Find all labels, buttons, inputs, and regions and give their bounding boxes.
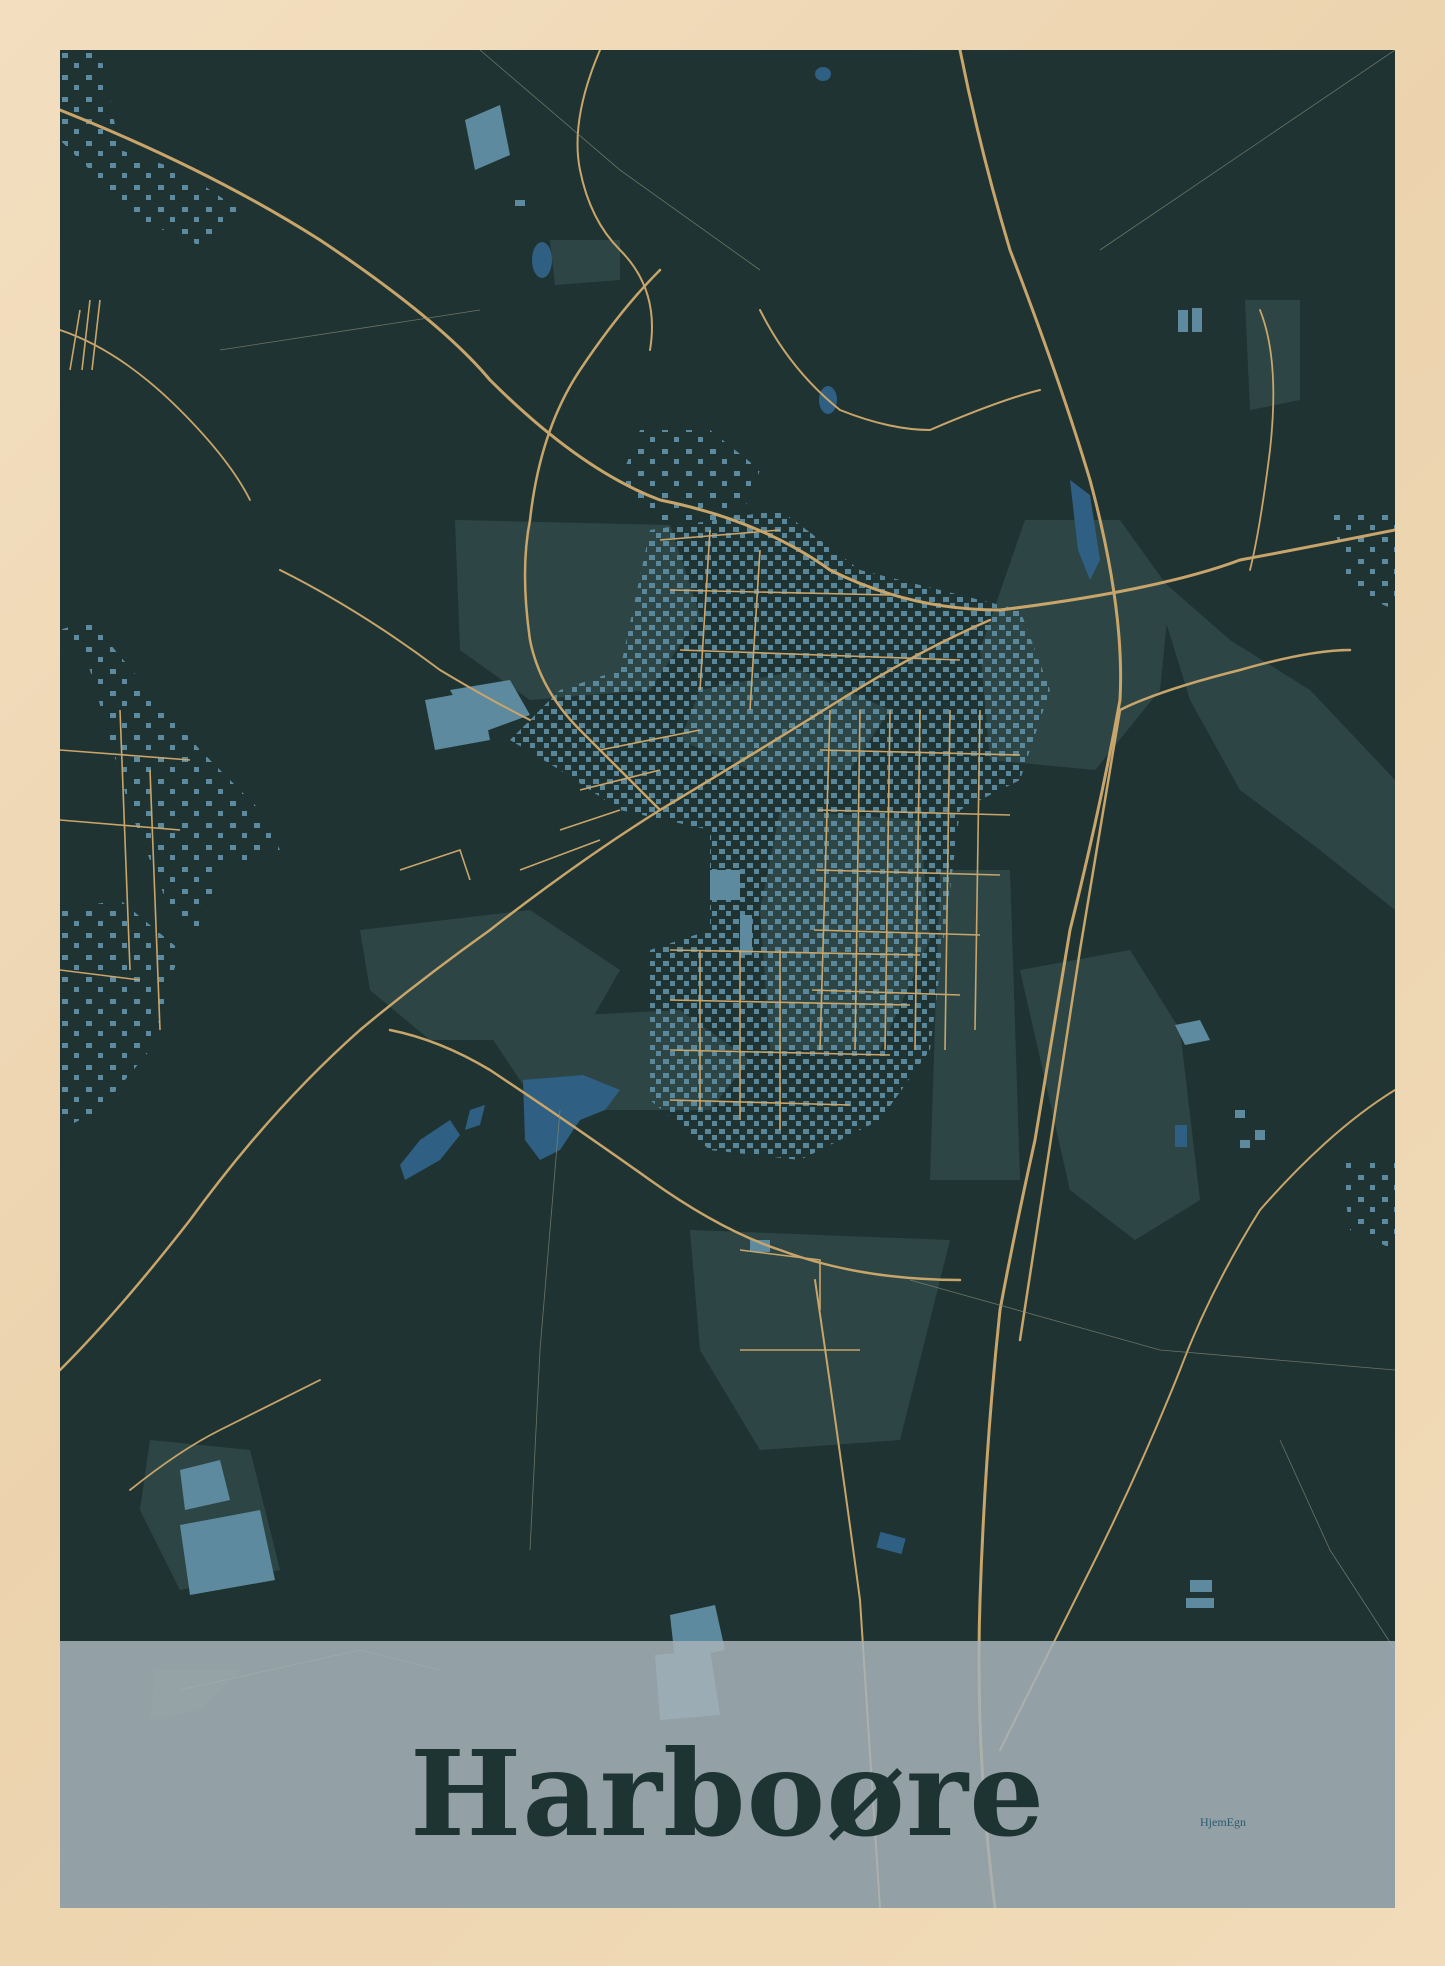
- poster-title: Harboøre: [409, 1724, 1046, 1863]
- city-map: [60, 50, 1395, 1908]
- brand-logo: HjemEgn: [1200, 1815, 1246, 1829]
- map-poster: Harboøre HjemEgn: [60, 50, 1395, 1908]
